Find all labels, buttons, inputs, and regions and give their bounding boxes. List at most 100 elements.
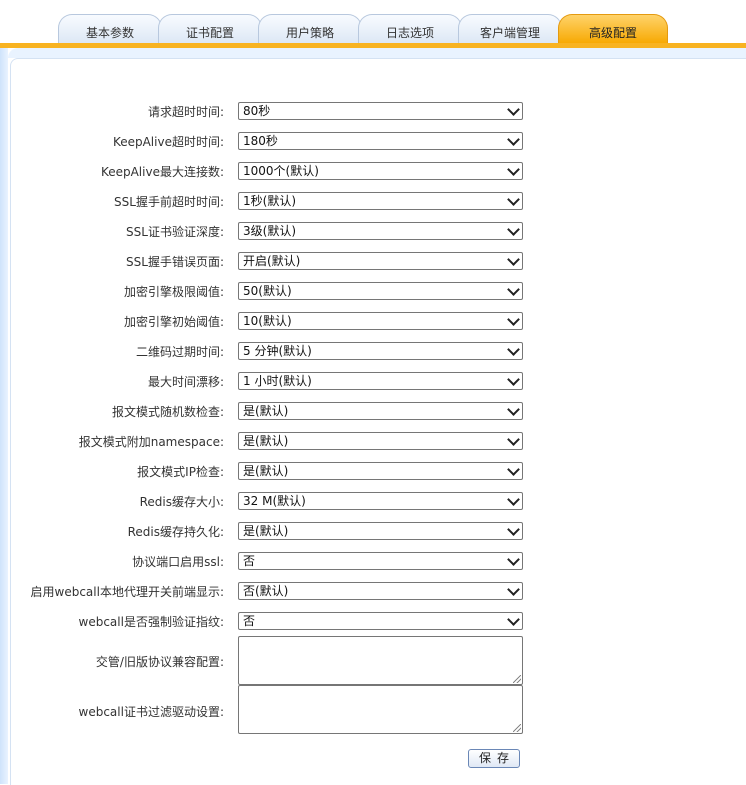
select-value: 否 bbox=[243, 554, 256, 568]
ssl-handshake-timeout-select[interactable]: 1秒(默认) bbox=[238, 192, 523, 210]
tab-label: 客户端管理 bbox=[479, 26, 540, 40]
setting-row: Redis缓存大小: 32 M(默认) bbox=[0, 492, 746, 512]
setting-row: 报文模式随机数检查: 是(默认) bbox=[0, 402, 746, 422]
setting-label: 报文模式附加namespace: bbox=[78, 435, 224, 449]
select-value: 50(默认) bbox=[243, 284, 292, 298]
setting-row: KeepAlive最大连接数: 1000个(默认) bbox=[0, 162, 746, 182]
setting-row: 启用webcall本地代理开关前端显示: 否(默认) bbox=[0, 582, 746, 602]
setting-label: KeepAlive最大连接数: bbox=[100, 165, 224, 179]
chevron-down-icon bbox=[507, 493, 520, 506]
chevron-down-icon bbox=[507, 253, 520, 266]
select-value: 开启(默认) bbox=[243, 254, 301, 268]
setting-row: 二维码过期时间: 5 分钟(默认) bbox=[0, 342, 746, 362]
setting-label: KeepAlive超时时间: bbox=[112, 135, 224, 149]
setting-row: SSL握手错误页面: 开启(默认) bbox=[0, 252, 746, 272]
setting-label: SSL握手前超时时间: bbox=[114, 195, 224, 209]
setting-label: 启用webcall本地代理开关前端显示: bbox=[30, 585, 224, 599]
setting-label: 二维码过期时间: bbox=[135, 345, 224, 359]
webcall-fingerprint-select[interactable]: 否 bbox=[238, 612, 523, 630]
chevron-down-icon bbox=[507, 553, 520, 566]
resize-grip-icon[interactable] bbox=[513, 675, 521, 683]
setting-row: 最大时间漂移: 1 小时(默认) bbox=[0, 372, 746, 392]
chevron-down-icon bbox=[507, 373, 520, 386]
select-value: 10(默认) bbox=[243, 314, 292, 328]
save-button[interactable]: 保存 bbox=[468, 749, 520, 768]
textarea-label: webcall证书过滤驱动设置: bbox=[78, 705, 224, 719]
setting-label: SSL证书验证深度: bbox=[126, 225, 224, 239]
tab-log-options[interactable]: 日志选项 bbox=[358, 14, 462, 44]
setting-row: 报文模式IP检查: 是(默认) bbox=[0, 462, 746, 482]
setting-row: 协议端口启用ssl: 否 bbox=[0, 552, 746, 572]
select-value: 1 小时(默认) bbox=[243, 374, 312, 388]
setting-row: KeepAlive超时时间: 180秒 bbox=[0, 132, 746, 152]
tab-basic-params[interactable]: 基本参数 bbox=[58, 14, 162, 44]
message-namespace-select[interactable]: 是(默认) bbox=[238, 432, 523, 450]
chevron-down-icon bbox=[507, 103, 520, 116]
setting-label: 报文模式IP检查: bbox=[137, 465, 224, 479]
crypto-engine-max-threshold-select[interactable]: 50(默认) bbox=[238, 282, 523, 300]
textarea-label: 交管/旧版协议兼容配置: bbox=[95, 655, 224, 669]
tab-advanced-config[interactable]: 高级配置 bbox=[558, 14, 668, 44]
frame-border-top bbox=[8, 48, 746, 58]
max-time-drift-select[interactable]: 1 小时(默认) bbox=[238, 372, 523, 390]
tab-user-policy[interactable]: 用户策略 bbox=[258, 14, 362, 44]
setting-label: 加密引擎初始阈值: bbox=[123, 315, 224, 329]
select-value: 80秒 bbox=[243, 104, 271, 118]
select-value: 是(默认) bbox=[243, 464, 289, 478]
setting-row: SSL握手前超时时间: 1秒(默认) bbox=[0, 192, 746, 212]
setting-row: 加密引擎初始阈值: 10(默认) bbox=[0, 312, 746, 332]
redis-persistence-select[interactable]: 是(默认) bbox=[238, 522, 523, 540]
keepalive-max-connections-select[interactable]: 1000个(默认) bbox=[238, 162, 523, 180]
chevron-down-icon bbox=[507, 433, 520, 446]
webcall-cert-filter-textarea[interactable] bbox=[238, 685, 523, 734]
tab-bar: 基本参数 证书配置 用户策略 日志选项 客户端管理 高级配置 bbox=[0, 0, 746, 48]
tab-client-management[interactable]: 客户端管理 bbox=[458, 14, 562, 44]
chevron-down-icon bbox=[507, 343, 520, 356]
protocol-port-ssl-select[interactable]: 否 bbox=[238, 552, 523, 570]
webcall-proxy-display-select[interactable]: 否(默认) bbox=[238, 582, 523, 600]
redis-cache-size-select[interactable]: 32 M(默认) bbox=[238, 492, 523, 510]
setting-row: Redis缓存持久化: 是(默认) bbox=[0, 522, 746, 542]
legacy-protocol-compat-textarea[interactable] bbox=[238, 636, 523, 685]
select-value: 32 M(默认) bbox=[243, 494, 306, 508]
message-random-check-select[interactable]: 是(默认) bbox=[238, 402, 523, 420]
chevron-down-icon bbox=[507, 283, 520, 296]
setting-label: Redis缓存大小: bbox=[139, 495, 224, 509]
setting-label: SSL握手错误页面: bbox=[126, 255, 224, 269]
setting-row: webcall是否强制验证指纹: 否 bbox=[0, 612, 746, 632]
ssl-verify-depth-select[interactable]: 3级(默认) bbox=[238, 222, 523, 240]
setting-label: 最大时间漂移: bbox=[147, 375, 224, 389]
tab-label: 基本参数 bbox=[85, 26, 134, 40]
tab-label: 证书配置 bbox=[185, 26, 234, 40]
select-value: 否(默认) bbox=[243, 584, 289, 598]
request-timeout-select[interactable]: 80秒 bbox=[238, 102, 523, 120]
setting-row: 报文模式附加namespace: 是(默认) bbox=[0, 432, 746, 452]
chevron-down-icon bbox=[507, 403, 520, 416]
tab-label: 高级配置 bbox=[588, 26, 637, 40]
message-ip-check-select[interactable]: 是(默认) bbox=[238, 462, 523, 480]
chevron-down-icon bbox=[507, 193, 520, 206]
setting-label: 报文模式随机数检查: bbox=[111, 405, 224, 419]
resize-grip-icon[interactable] bbox=[513, 724, 521, 732]
chevron-down-icon bbox=[507, 163, 520, 176]
setting-label: 请求超时时间: bbox=[147, 105, 224, 119]
chevron-down-icon bbox=[507, 223, 520, 236]
crypto-engine-initial-threshold-select[interactable]: 10(默认) bbox=[238, 312, 523, 330]
tab-cert-config[interactable]: 证书配置 bbox=[158, 14, 262, 44]
setting-row: SSL证书验证深度: 3级(默认) bbox=[0, 222, 746, 242]
ssl-error-page-select[interactable]: 开启(默认) bbox=[238, 252, 523, 270]
tab-label: 用户策略 bbox=[285, 26, 334, 40]
setting-label: 协议端口启用ssl: bbox=[132, 555, 224, 569]
setting-label: Redis缓存持久化: bbox=[127, 525, 224, 539]
keepalive-timeout-select[interactable]: 180秒 bbox=[238, 132, 523, 150]
qrcode-expiry-select[interactable]: 5 分钟(默认) bbox=[238, 342, 523, 360]
select-value: 180秒 bbox=[243, 134, 278, 148]
chevron-down-icon bbox=[507, 613, 520, 626]
setting-row: 请求超时时间: 80秒 bbox=[0, 102, 746, 122]
chevron-down-icon bbox=[507, 133, 520, 146]
select-value: 是(默认) bbox=[243, 434, 289, 448]
select-value: 是(默认) bbox=[243, 524, 289, 538]
select-value: 1秒(默认) bbox=[243, 194, 296, 208]
chevron-down-icon bbox=[507, 313, 520, 326]
select-value: 5 分钟(默认) bbox=[243, 344, 312, 358]
